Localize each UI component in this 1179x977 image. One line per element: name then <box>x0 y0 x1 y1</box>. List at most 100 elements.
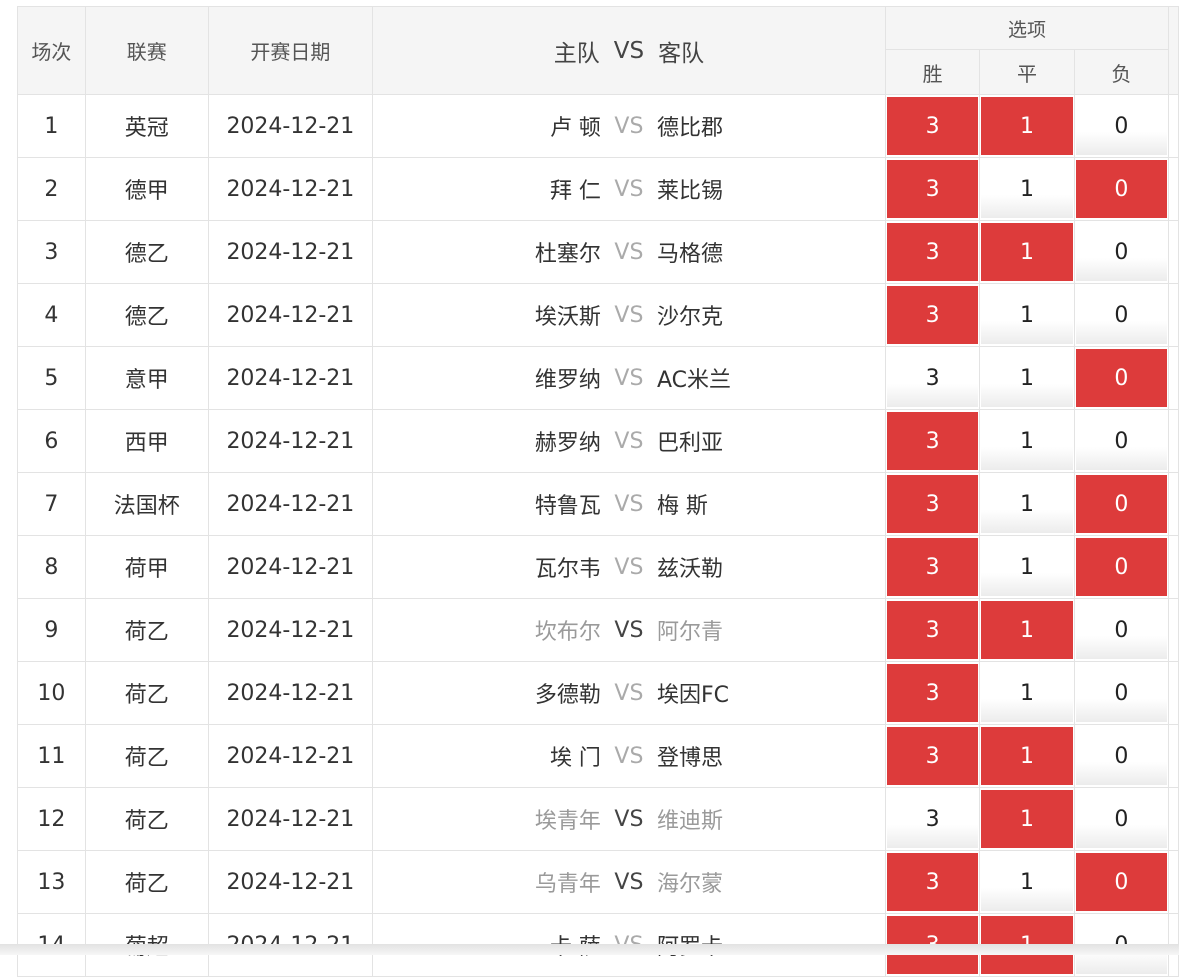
option-lose-button[interactable]: 0 <box>1075 853 1168 911</box>
option-draw-button[interactable]: 1 <box>981 97 1073 155</box>
row-teams: 赫罗纳 VS 巴利亚 <box>371 409 886 473</box>
option-win-cell: 3 <box>884 346 981 410</box>
option-win-button[interactable]: 3 <box>886 790 979 848</box>
table-row: 5 意甲 2024-12-21 维罗纳 VS AC米兰 3 1 0 <box>17 346 1179 410</box>
row-teams: 坎布尔 VS 阿尔青 <box>371 598 886 662</box>
option-draw-cell: 1 <box>979 535 1075 599</box>
option-draw-cell: 1 <box>979 94 1075 158</box>
option-draw-cell: 1 <box>979 661 1075 725</box>
option-draw-button[interactable]: 1 <box>981 349 1073 407</box>
option-lose-button[interactable]: 0 <box>1075 727 1168 785</box>
option-win-button[interactable]: 3 <box>886 286 979 344</box>
option-lose-button[interactable]: 0 <box>1075 223 1168 281</box>
table-row: 9 荷乙 2024-12-21 坎布尔 VS 阿尔青 3 1 0 <box>17 598 1179 662</box>
option-lose-cell: 0 <box>1073 787 1170 851</box>
option-draw-cell: 1 <box>979 157 1075 221</box>
header-away: 客队 <box>658 40 705 67</box>
option-lose-button[interactable]: 0 <box>1075 538 1168 596</box>
option-lose-button[interactable]: 0 <box>1075 286 1168 344</box>
option-win-button[interactable]: 3 <box>886 475 979 533</box>
row-date: 2024-12-21 <box>207 283 373 347</box>
row-date: 2024-12-21 <box>207 787 373 851</box>
option-lose-button[interactable]: 0 <box>1075 412 1168 470</box>
option-win-button[interactable]: 3 <box>886 223 979 281</box>
option-lose-button[interactable]: 0 <box>1075 601 1168 659</box>
vs-label: VS <box>614 869 644 895</box>
row-teams: 埃沃斯 VS 沙尔克 <box>371 283 886 347</box>
option-win-button[interactable]: 3 <box>886 97 979 155</box>
scroll-shadow <box>0 944 1179 955</box>
option-draw-button[interactable]: 1 <box>981 853 1073 911</box>
table-row: 7 法国杯 2024-12-21 特鲁瓦 VS 梅 斯 310 <box>17 472 1179 536</box>
option-draw-button[interactable]: 1 <box>981 160 1073 218</box>
table-row: 3 德乙 2024-12-21 杜塞尔 VS 马格德 3 1 0 <box>17 220 1179 284</box>
row-num: 10 <box>17 661 86 725</box>
option-win-cell: 3 <box>884 283 981 347</box>
row-league: 德乙 <box>84 220 209 284</box>
away-team: AC米兰 <box>656 368 731 393</box>
away-team: 马格德 <box>656 242 723 267</box>
row-extra <box>1168 787 1179 851</box>
option-draw-button[interactable]: 1 <box>981 601 1073 659</box>
option-win-cell: 3 <box>884 220 981 284</box>
table-row: 11 荷乙 2024-12-21 埃 门 VS 登博思 3 1 0 <box>17 724 1179 788</box>
option-win-cell: 3 <box>884 787 981 851</box>
row-league: 德甲 <box>84 157 209 221</box>
option-draw-button[interactable]: 1 <box>981 223 1073 281</box>
row-date: 2024-12-21 <box>207 472 373 536</box>
option-draw-cell: 1 <box>979 850 1075 914</box>
option-win-button[interactable]: 3 <box>886 349 979 407</box>
row-teams: 瓦尔韦 VS 兹沃勒 <box>371 535 886 599</box>
home-team: 卢 顿 <box>549 116 601 141</box>
vs-label: VS <box>614 113 644 139</box>
row-teams: 埃 门 VS 登博思 <box>371 724 886 788</box>
option-draw-cell: 1 <box>979 598 1075 662</box>
option-lose-button[interactable]: 0 <box>1075 97 1168 155</box>
row-date: 2024-12-21 <box>207 598 373 662</box>
option-lose-button[interactable]: 0 <box>1075 349 1168 407</box>
row-league: 法国杯 <box>84 472 209 536</box>
option-draw-button[interactable]: 1 <box>981 790 1073 848</box>
option-win-button[interactable]: 3 <box>886 160 979 218</box>
row-league: 西甲 <box>84 409 209 473</box>
option-win-button[interactable]: 3 <box>886 538 979 596</box>
option-lose-button[interactable]: 0 <box>1075 790 1168 848</box>
match-table: 场次 联赛 开赛日期 主队 VS 客队 选项 胜 平 负 1 英冠 2024-12-… <box>17 6 1179 977</box>
row-teams: 埃青年 VS 维迪斯 <box>371 787 886 851</box>
option-draw-button[interactable]: 1 <box>981 727 1073 785</box>
option-win-button[interactable]: 3 <box>886 601 979 659</box>
row-teams: 拜 仁 VS 莱比锡 <box>371 157 886 221</box>
vs-label: VS <box>614 239 644 265</box>
row-num: 9 <box>17 598 86 662</box>
option-draw-button[interactable]: 1 <box>981 664 1073 722</box>
option-win-button[interactable]: 3 <box>886 727 979 785</box>
row-teams: 卢 顿 VS 德比郡 <box>371 94 886 158</box>
option-draw-cell: 1 <box>979 724 1075 788</box>
vs-label: VS <box>614 176 644 202</box>
option-lose-button[interactable]: 0 <box>1075 475 1168 533</box>
away-team: 巴利亚 <box>656 431 723 456</box>
option-win-button[interactable]: 3 <box>886 664 979 722</box>
option-draw-button[interactable]: 1 <box>981 412 1073 470</box>
option-draw-cell: 1 <box>979 283 1075 347</box>
vs-label: VS <box>614 743 644 769</box>
option-lose-button[interactable]: 0 <box>1075 160 1168 218</box>
row-date: 2024-12-21 <box>207 535 373 599</box>
row-date: 2024-12-21 <box>207 220 373 284</box>
row-teams: 多德勒 VS 埃因FC <box>371 661 886 725</box>
header-num: 场次 <box>17 6 86 95</box>
away-team: 莱比锡 <box>656 179 723 204</box>
option-draw-button[interactable]: 1 <box>981 538 1073 596</box>
header-home: 主队 <box>553 40 600 67</box>
option-lose-cell: 0 <box>1073 661 1170 725</box>
home-team: 拜 仁 <box>549 179 601 204</box>
option-lose-cell: 0 <box>1073 220 1170 284</box>
option-win-button[interactable]: 3 <box>886 412 979 470</box>
option-lose-cell: 0 <box>1073 850 1170 914</box>
option-lose-cell: 0 <box>1073 724 1170 788</box>
away-team: 维迪斯 <box>656 809 723 834</box>
option-draw-button[interactable]: 1 <box>981 475 1073 533</box>
option-draw-button[interactable]: 1 <box>981 286 1073 344</box>
option-win-button[interactable]: 3 <box>886 853 979 911</box>
option-lose-button[interactable]: 0 <box>1075 664 1168 722</box>
